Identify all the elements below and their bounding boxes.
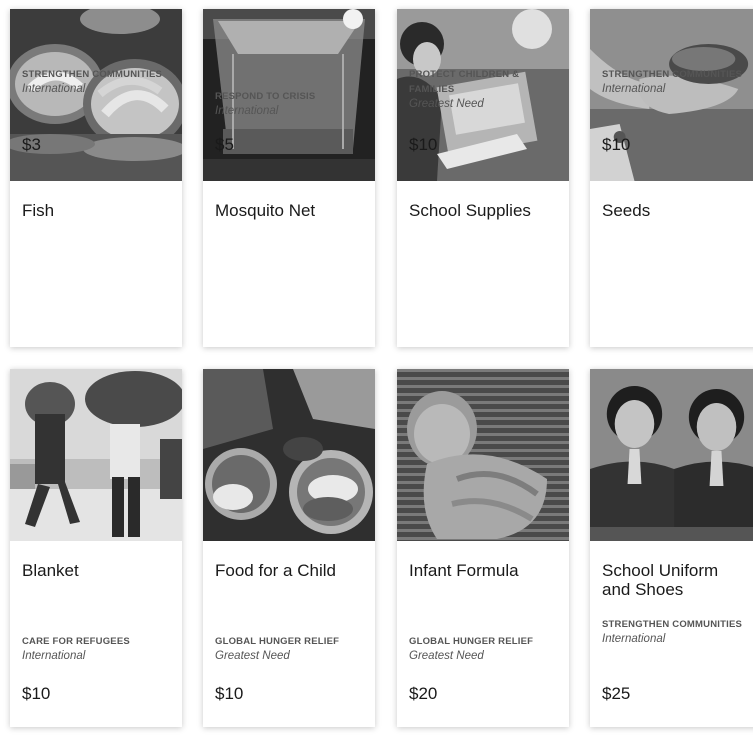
sleeping-infant-image[interactable] — [397, 369, 569, 541]
product-title[interactable]: Blanket — [22, 561, 170, 621]
product-card-mosquito-net[interactable]: Mosquito Net RESPOND TO CRISIS Internati… — [203, 9, 375, 347]
product-scope: International — [22, 83, 86, 95]
product-price: $20 — [409, 684, 438, 703]
product-category: STRENGTHEN COMMUNITIES — [602, 619, 743, 630]
product-category: GLOBAL HUNGER RELIEF — [215, 636, 340, 647]
product-card-seeds[interactable]: Seeds STRENGTHEN COMMUNITIES Internation… — [590, 9, 753, 347]
product-card-infant-formula[interactable]: Infant Formula GLOBAL HUNGER RELIEF Grea… — [397, 369, 569, 727]
product-price: $25 — [602, 684, 631, 703]
product-title[interactable]: School Uniform and Shoes — [602, 561, 748, 621]
product-scope: International — [215, 105, 279, 117]
product-category: STRENGTHEN COMMUNITIES — [22, 69, 163, 80]
food-bowls-image[interactable] — [203, 369, 375, 541]
product-price: $3 — [22, 135, 41, 154]
product-scope: Greatest Need — [409, 650, 484, 662]
product-card-school-uniform-and-shoes[interactable]: School Uniform and Shoes STRENGTHEN COMM… — [590, 369, 753, 727]
product-scope: International — [602, 633, 666, 645]
product-price: $10 — [602, 135, 631, 154]
product-title[interactable]: Seeds — [602, 201, 748, 241]
product-card-fish[interactable]: Fish STRENGTHEN COMMUNITIES Internationa… — [10, 9, 182, 347]
product-title[interactable]: Mosquito Net — [215, 201, 363, 241]
schoolgirls-praying-image[interactable] — [590, 369, 753, 541]
product-title[interactable]: Infant Formula — [409, 561, 557, 621]
product-card-food-for-a-child[interactable]: Food for a Child GLOBAL HUNGER RELIEF Gr… — [203, 369, 375, 727]
product-scope: International — [602, 83, 666, 95]
product-price: $5 — [215, 135, 234, 154]
product-category: STRENGTHEN COMMUNITIES — [602, 69, 743, 80]
product-category: GLOBAL HUNGER RELIEF — [409, 636, 534, 647]
product-price: $10 — [409, 135, 438, 154]
product-price: $10 — [215, 684, 244, 703]
product-category: RESPOND TO CRISIS — [215, 91, 316, 102]
product-scope: Greatest Need — [215, 650, 290, 662]
product-category: PROTECT CHILDREN & FAMILIES — [409, 69, 520, 95]
product-scope: Greatest Need — [409, 98, 484, 110]
refugees-blankets-image[interactable] — [10, 369, 182, 541]
product-price: $10 — [22, 684, 51, 703]
product-title[interactable]: School Supplies — [409, 201, 557, 241]
product-title[interactable]: Fish — [22, 201, 170, 241]
product-card-school-supplies[interactable]: School Supplies PROTECT CHILDREN & FAMIL… — [397, 9, 569, 347]
product-title[interactable]: Food for a Child — [215, 561, 363, 621]
product-card-blanket[interactable]: Blanket CARE FOR REFUGEES International … — [10, 369, 182, 727]
product-scope: International — [22, 650, 86, 662]
product-category: CARE FOR REFUGEES — [22, 636, 130, 647]
gift-catalog-grid: Fish STRENGTHEN COMMUNITIES Internationa… — [0, 0, 753, 736]
